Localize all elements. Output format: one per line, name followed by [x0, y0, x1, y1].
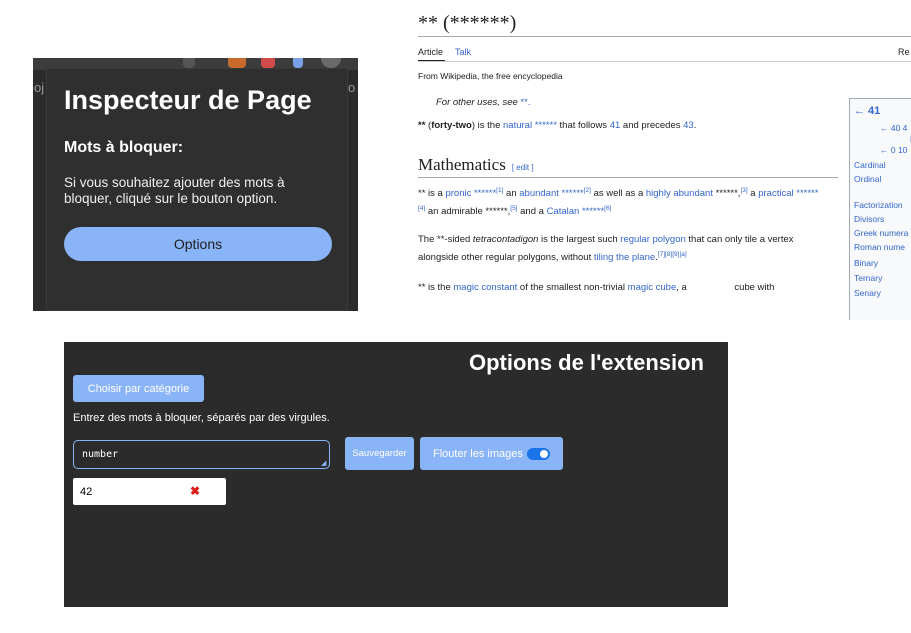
wikipedia-page-screenshot: ** (******) Article Talk Re From Wikiped… — [396, 0, 911, 320]
options-page-screenshot: Options de l'extension Choisir par catég… — [64, 342, 728, 607]
text: as well as a — [590, 188, 646, 200]
link-tiling-the-plane[interactable]: tiling the plane — [594, 252, 655, 263]
text: that follows — [556, 120, 610, 131]
infobox-item-cardinal[interactable]: Cardinal — [854, 160, 886, 170]
link-41[interactable]: 41 — [610, 120, 621, 131]
text: ** is the — [418, 282, 454, 293]
link-catalan[interactable]: Catalan ****** — [547, 206, 605, 217]
background-text: oj — [34, 80, 45, 95]
tagline: From Wikipedia, the free encyclopedia — [418, 71, 563, 81]
text: The **-sided — [418, 234, 473, 245]
edit-link[interactable]: [ edit ] — [512, 163, 534, 172]
text: an admirable ******, — [425, 206, 511, 218]
citation[interactable]: [3] — [740, 187, 747, 194]
math-paragraph: ** is a pronic ******[1] an abundant ***… — [418, 183, 823, 219]
infobox-item-factorization[interactable]: Factorization — [854, 200, 903, 210]
text: is the largest such — [538, 234, 621, 245]
infobox: ← 41 ← 40 4 L ← 0 10 Cardinal Ordinal Fa… — [849, 98, 911, 320]
tab-talk[interactable]: Talk — [455, 47, 471, 57]
blur-images-toggle-button[interactable]: Flouter les images — [420, 437, 563, 470]
blocked-word-item: 42 ✖ — [73, 478, 226, 505]
text: ) is the — [471, 120, 504, 131]
infobox-item-divisors[interactable]: Divisors — [854, 214, 884, 224]
resize-handle-icon[interactable]: ◢ — [321, 460, 328, 467]
link-highly-abundant[interactable]: highly abundant — [646, 188, 713, 199]
popup-info-text: Si vous souhaitez ajouter des mots à blo… — [64, 175, 285, 206]
popup-subtitle: Mots à bloquer: — [64, 139, 184, 156]
text: an — [503, 188, 520, 200]
popup-panel: Inspecteur de Page Mots à bloquer: Si vo… — [46, 68, 348, 311]
citation[interactable]: [6] — [604, 205, 611, 212]
star-icon[interactable] — [183, 58, 195, 68]
section-title: Mathematics — [418, 155, 506, 174]
section-heading: Mathematics [ edit ] — [418, 155, 534, 175]
infobox-item-ternary[interactable]: Ternary — [854, 273, 882, 283]
text: ** is a — [418, 188, 446, 200]
tab-read[interactable]: Re — [898, 47, 910, 57]
infobox-item-greek[interactable]: Greek numera — [854, 228, 908, 238]
save-button[interactable]: Sauvegarder — [345, 437, 414, 470]
text: a — [747, 188, 759, 200]
link-43[interactable]: 43 — [683, 120, 694, 131]
instructions-text: Entrez des mots à bloquer, séparés par d… — [73, 412, 330, 424]
infobox-item-senary[interactable]: Senary — [854, 288, 881, 298]
toggle-switch[interactable] — [526, 447, 550, 460]
article-title: ** (******) — [418, 12, 517, 34]
text: and precedes — [620, 120, 684, 131]
popup-title: Inspecteur de Page — [64, 85, 312, 115]
link-magic-cube[interactable]: magic cube — [628, 282, 677, 293]
divider — [418, 177, 838, 178]
text: ******, — [712, 188, 741, 200]
citation[interactable]: [2] — [584, 187, 591, 194]
divider — [418, 61, 911, 62]
blocked-word-text: 42 — [80, 485, 93, 498]
citation[interactable]: [5] — [510, 205, 517, 212]
link-regular-polygon[interactable]: regular polygon — [620, 234, 686, 245]
hatnote-link[interactable]: **. — [520, 97, 530, 108]
text: , a cube with — [676, 282, 775, 293]
choose-category-button[interactable]: Choisir par catégorie — [73, 375, 204, 402]
divider — [418, 36, 911, 37]
extension-icon[interactable] — [228, 58, 246, 68]
math-paragraph: The **-sided tetracontadigon is the larg… — [418, 232, 823, 265]
intro-bold: forty-two — [431, 120, 472, 131]
extension-popup-screenshot: oj o Inspecteur de Page Mots à bloquer: … — [33, 58, 358, 311]
infobox-number-line[interactable]: ← 40 4 — [880, 123, 907, 133]
extension-icon[interactable] — [261, 58, 275, 68]
link-abundant[interactable]: abundant ****** — [519, 188, 583, 199]
link-magic-constant[interactable]: magic constant — [453, 282, 517, 293]
link-practical[interactable]: practical ****** — [758, 188, 818, 199]
link-pronic[interactable]: pronic ****** — [445, 188, 496, 199]
blocked-words-input[interactable] — [73, 440, 330, 469]
text: . — [693, 120, 697, 131]
blur-images-label: Flouter les images — [433, 447, 523, 460]
hatnote-text: For other uses, see — [436, 97, 521, 108]
hatnote: For other uses, see **. — [436, 97, 531, 108]
options-title: Options de l'extension — [468, 350, 704, 375]
math-paragraph: ** is the magic constant of the smallest… — [418, 280, 823, 295]
toggle-knob — [539, 449, 548, 458]
tab-article[interactable]: Article — [418, 47, 443, 57]
text: and a — [517, 206, 547, 218]
text-italic: tetracontadigon — [472, 234, 539, 245]
citation[interactable]: [7][8][9][a] — [658, 251, 687, 258]
infobox-number-line[interactable]: ← 0 10 — [880, 145, 907, 155]
text: of the smallest non-trivial — [517, 282, 628, 293]
infobox-item-roman[interactable]: Roman nume — [854, 242, 905, 252]
infobox-item-ordinal[interactable]: Ordinal — [854, 174, 881, 184]
options-button[interactable]: Options — [64, 227, 332, 261]
remove-icon[interactable]: ✖ — [190, 484, 200, 498]
intro-paragraph: ** (forty-two) is the natural ****** tha… — [418, 118, 823, 133]
link-natural-number[interactable]: natural ****** — [503, 120, 557, 131]
background-text: o — [348, 80, 356, 95]
infobox-item-binary[interactable]: Binary — [854, 258, 878, 268]
pen-icon[interactable] — [293, 58, 303, 68]
infobox-prev-link[interactable]: ← 41 — [854, 105, 880, 117]
